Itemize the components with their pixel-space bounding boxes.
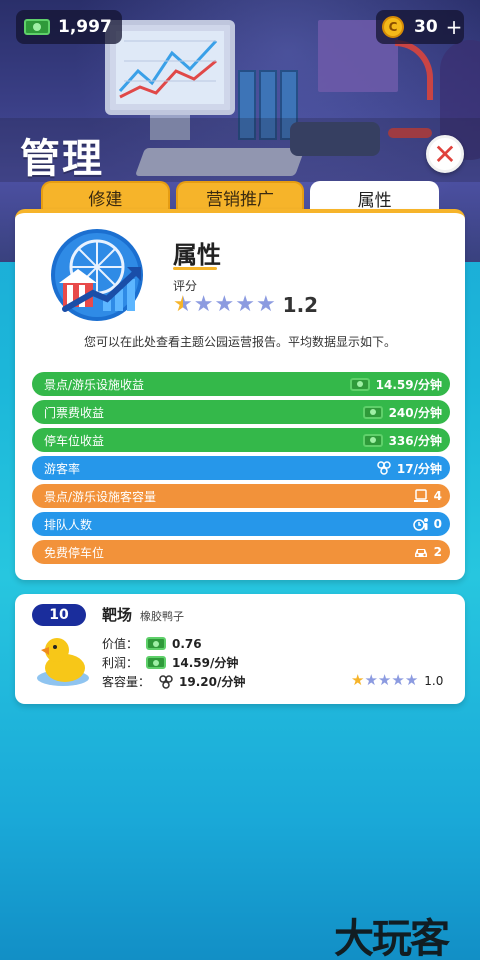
rating-stars: ★ ★ ★ ★ ★ 1.2	[173, 293, 318, 317]
title-underline	[173, 267, 217, 270]
stock-chart-graphic	[118, 39, 218, 99]
star-icon: ★	[351, 671, 365, 689]
ferris-wheel-chart-icon	[51, 229, 143, 321]
stat-ticket-revenue: 门票费收益 240/分钟	[32, 400, 450, 424]
panel-title: 属性	[173, 241, 221, 269]
star-icon: ★	[404, 671, 419, 689]
ride-rating-stars: ★ ★ ★ ★ ★ 1.0	[351, 673, 443, 688]
money-icon	[362, 433, 383, 447]
ride-profit-row: 利润： 14.59/分钟	[102, 653, 245, 672]
stat-label: 停车位收益	[44, 433, 105, 448]
stat-label: 门票费收益	[44, 405, 105, 420]
stat-value: 240/分钟	[388, 405, 442, 420]
watermark-logo: 大玩客	[334, 916, 450, 960]
ride-capacity-row: 客容量： 19.20/分钟	[102, 672, 245, 691]
money-amount: 1,997	[58, 17, 112, 37]
star-icon: ★	[255, 292, 276, 317]
profit-label: 利润：	[102, 656, 139, 670]
ride-card[interactable]: 10 靶场 橡胶鸭子 价值： 0.76 利润： 14.59/分钟 客容量： 19…	[15, 594, 465, 704]
stat-value: 336/分钟	[388, 433, 442, 448]
ride-capacity: 19.20/分钟	[179, 675, 246, 689]
computer-monitor	[105, 20, 235, 115]
stat-attraction-capacity: 景点/游乐设施客容量 4	[32, 484, 450, 508]
money-icon	[362, 405, 383, 419]
value-label: 价值：	[102, 637, 139, 651]
stat-value: 14.59/分钟	[375, 377, 442, 392]
coin-counter[interactable]: C 30 +	[376, 10, 464, 44]
ride-value-row: 价值： 0.76	[102, 634, 245, 653]
star-icon: ★	[235, 292, 255, 317]
visitors-icon	[159, 674, 173, 689]
queue-icon	[412, 518, 428, 531]
star-icon: ★	[193, 292, 214, 317]
stat-label: 景点/游乐设施收益	[44, 377, 145, 392]
money-icon	[146, 656, 166, 669]
level-badge: 10	[32, 604, 86, 626]
money-icon	[349, 377, 370, 391]
ride-name: 靶场	[102, 606, 133, 624]
star-icon: ★	[391, 671, 405, 689]
stat-label: 游客率	[44, 461, 81, 476]
rating-value: 1.2	[282, 293, 319, 317]
panel-description: 您可以在此处查看主题公园运营报告。平均数据显示如下。	[83, 335, 396, 349]
stat-label: 景点/游乐设施客容量	[44, 489, 157, 504]
stat-parking-revenue: 停车位收益 336/分钟	[32, 428, 450, 452]
star-icon: ★	[214, 292, 235, 317]
star-icon: ★	[377, 671, 392, 689]
coin-icon: C	[382, 16, 404, 38]
page-title: 管理	[20, 136, 104, 182]
star-icon: ★	[173, 292, 193, 317]
coin-amount: 30	[414, 17, 438, 37]
stat-value: 0	[433, 517, 442, 531]
money-icon	[24, 19, 50, 35]
rubber-duck-icon	[37, 638, 89, 686]
money-counter: 1,997	[16, 10, 122, 44]
capacity-icon	[413, 489, 428, 502]
ride-profit: 14.59/分钟	[172, 656, 239, 670]
monitor-screen	[116, 31, 224, 104]
stat-label: 免费停车位	[44, 545, 105, 560]
money-icon	[146, 637, 166, 650]
ride-rating: 1.0	[424, 673, 444, 688]
stat-value: 4	[433, 489, 442, 503]
attributes-panel: 属性 评分 ★ ★ ★ ★ ★ 1.2 您可以在此处查看主题公园运营报告。平均数…	[15, 209, 465, 580]
ride-value: 0.76	[172, 636, 202, 651]
car-icon	[414, 549, 427, 557]
stat-value: 2	[433, 545, 442, 559]
tab-marketing[interactable]: 营销推广	[175, 181, 305, 211]
ride-stats: 价值： 0.76 利润： 14.59/分钟 客容量： 19.20/分钟	[102, 634, 245, 691]
add-coins-button[interactable]: +	[446, 15, 463, 39]
stat-free-parking: 免费停车位 2	[32, 540, 450, 564]
stat-visitor-rate: 游客率 17/分钟	[32, 456, 450, 480]
capacity-label: 客容量：	[102, 675, 151, 689]
visitors-icon	[377, 461, 391, 475]
stat-value: 17/分钟	[396, 461, 442, 476]
tab-build[interactable]: 修建	[41, 181, 170, 211]
star-icon: ★	[364, 671, 378, 689]
stat-attraction-revenue: 景点/游乐设施收益 14.59/分钟	[32, 372, 450, 396]
close-button[interactable]: ✕	[426, 135, 464, 173]
tab-bar: 修建 营销推广 属性	[41, 181, 440, 213]
stats-list: 景点/游乐设施收益 14.59/分钟 门票费收益 240/分钟 停车位收益 33…	[32, 372, 450, 568]
stat-label: 排队人数	[44, 517, 93, 532]
ride-subtitle: 橡胶鸭子	[140, 610, 184, 623]
stat-queue-count: 排队人数 0	[32, 512, 450, 536]
